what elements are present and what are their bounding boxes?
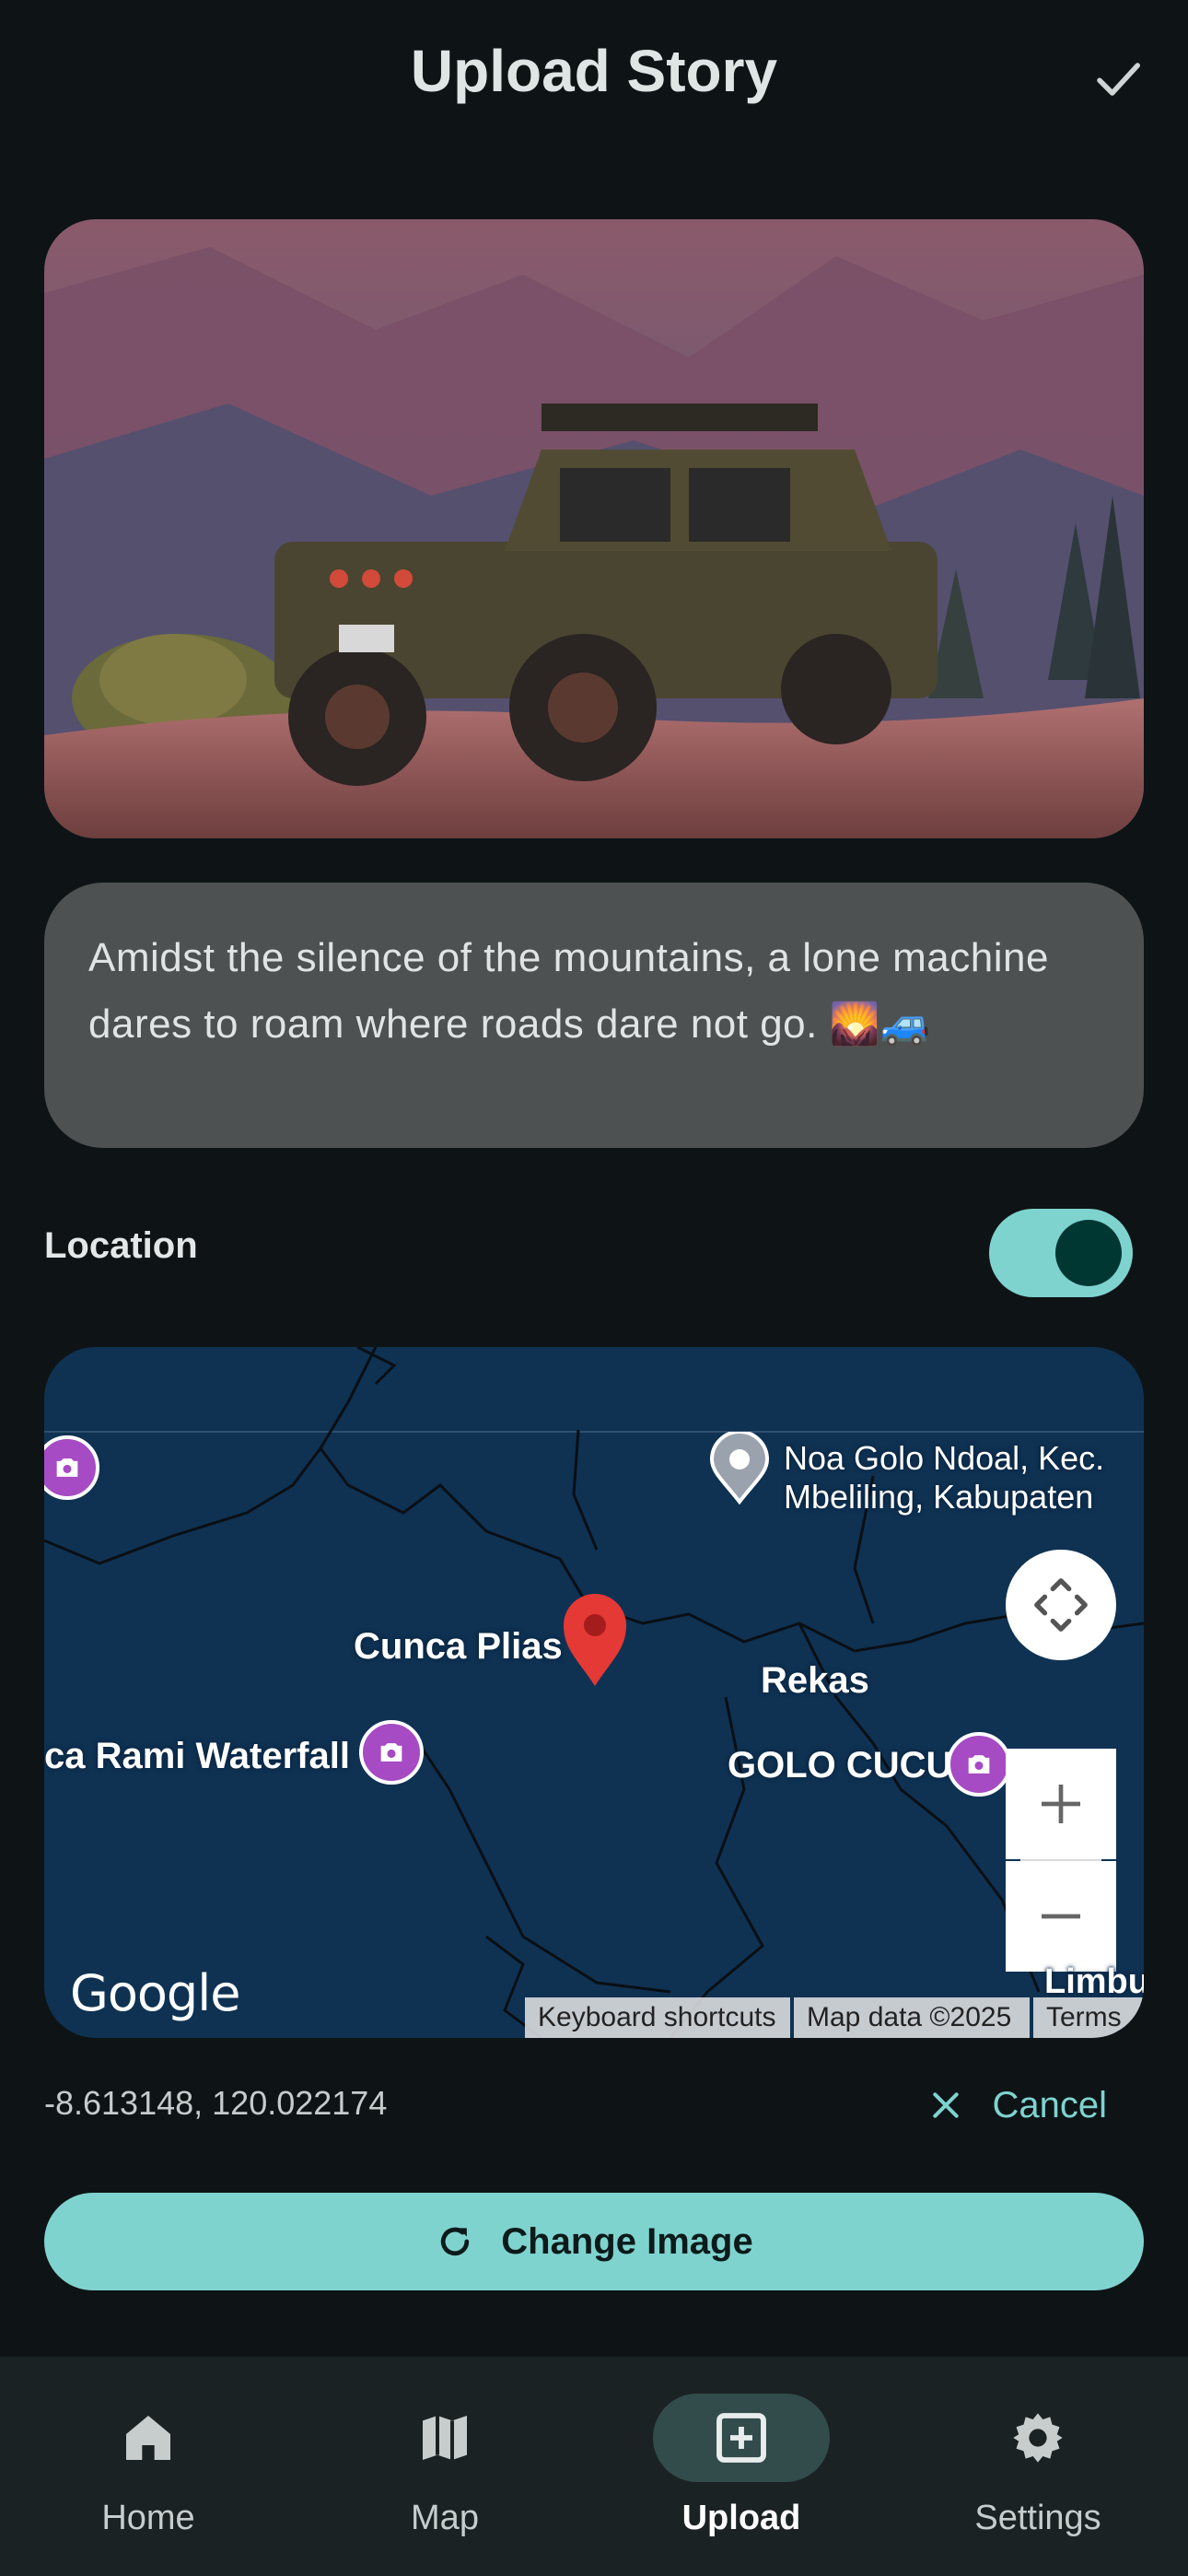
add-box-icon [716,2413,766,2463]
map-label-cunca-plias: Cunca Plias [354,1626,563,1667]
move-arrows-icon [1034,1578,1088,1632]
cancel-location-button[interactable]: Cancel [927,2073,1107,2137]
location-label: Location [44,1225,198,1266]
top-app-bar: Upload Story [0,0,1188,157]
nav-item-map[interactable]: Map [297,2394,593,2550]
minus-icon [1042,1914,1080,1919]
location-map[interactable]: Noa Golo Ndoal, Kec. Mbeliling, Kabupate… [44,1347,1144,2038]
gear-icon [1013,2413,1063,2463]
story-caption-input[interactable]: Amidst the silence of the mountains, a l… [44,883,1144,1148]
refresh-icon [441,2227,470,2256]
page-title: Upload Story [410,38,778,104]
change-image-label: Change Image [501,2220,753,2262]
location-row: Location [44,1198,1144,1299]
camera-poi-icon[interactable] [359,1720,424,1785]
google-logo: Google [70,1964,240,2022]
plus-icon [1042,1785,1080,1823]
nav-pill [60,2394,237,2482]
map-label-noa-line1: Noa Golo Ndoal, Kec. [784,1439,1105,1477]
nav-item-home[interactable]: Home [0,2394,297,2550]
coordinates-row: -8.613148, 120.022174 Cancel [44,2073,1144,2137]
map-label-noa: Noa Golo Ndoal, Kec. Mbeliling, Kabupate… [784,1439,1104,1516]
check-icon [1097,63,1140,96]
nav-item-settings[interactable]: Settings [890,2394,1186,2550]
zoom-in-button[interactable] [1006,1749,1116,1859]
bottom-navigation: Home Map Upload Settings [0,2357,1188,2576]
nav-label: Upload [681,2499,801,2537]
terms-link[interactable]: Terms [1033,1997,1144,2038]
nav-label: Map [411,2499,479,2537]
coordinates-text: -8.613148, 120.022174 [44,2084,388,2122]
story-image [44,219,1144,838]
nav-pill [949,2394,1126,2482]
nav-item-upload[interactable]: Upload [593,2394,890,2550]
keyboard-shortcuts-link[interactable]: Keyboard shortcuts [525,1997,790,2038]
red-pin-icon [558,1588,632,1690]
nav-pill [356,2394,533,2482]
map-label-rekas: Rekas [761,1660,869,1701]
toggle-knob [1055,1220,1122,1286]
close-icon [933,2092,960,2118]
nav-pill-active [653,2394,830,2482]
zoom-out-button[interactable] [1006,1861,1116,1972]
map-data-attribution: Map data ©2025 [794,1997,1030,2038]
map-label-golo-cucu: GOLO CUCU [728,1745,953,1786]
home-icon [126,2416,170,2460]
cancel-label: Cancel [992,2084,1107,2125]
map-label-rami-waterfall: ca Rami Waterfall [44,1736,350,1776]
location-toggle[interactable] [989,1209,1133,1297]
map-icon [423,2416,467,2460]
confirm-button[interactable] [1085,46,1151,112]
nav-label: Home [101,2499,195,2537]
gray-pin-icon[interactable] [707,1430,772,1505]
nav-label: Settings [974,2499,1101,2537]
camera-poi-icon[interactable] [947,1732,1011,1797]
change-image-button[interactable]: Change Image [44,2193,1144,2290]
map-label-limbu: Limbu [1044,1962,1144,2001]
map-label-noa-line2: Mbeliling, Kabupaten [784,1478,1094,1516]
recenter-button[interactable] [1006,1550,1116,1660]
